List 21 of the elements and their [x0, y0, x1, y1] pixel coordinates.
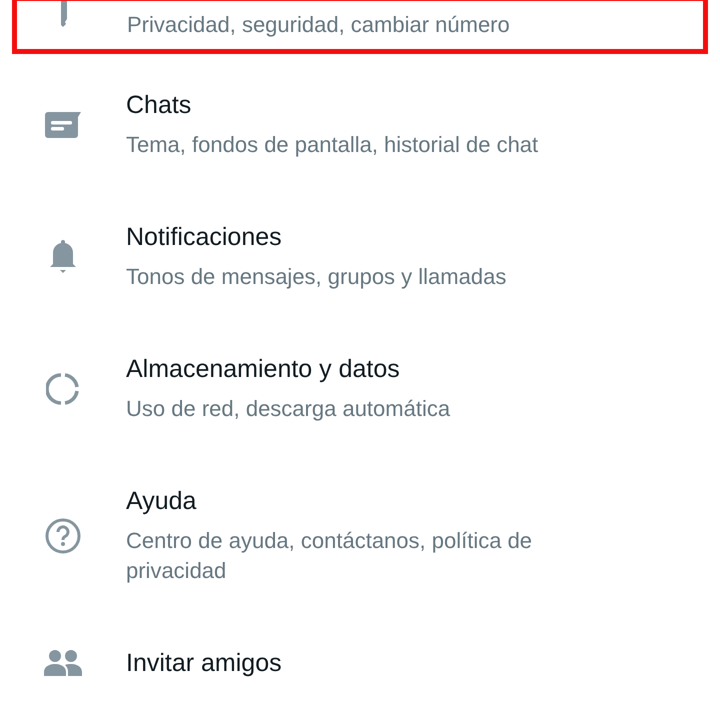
settings-item[interactable]: Notificaciones Tonos de mensajes, grupos y llamadas	[0, 191, 720, 323]
settings-item[interactable]: Almacenamiento y datos Uso de red, descarga automática	[0, 323, 720, 455]
item-title: Invitar amigos	[126, 648, 282, 678]
settings-item[interactable]: Privacidad, seguridad, cambiar número	[12, 0, 708, 54]
item-subtitle: Centro de ayuda, contáctanos, política de privacidad	[126, 527, 534, 585]
item-subtitle: Tonos de mensajes, grupos y llamadas	[126, 263, 506, 291]
item-subtitle: Tema, fondos de pantalla, historial de chat	[126, 131, 538, 159]
item-title: Chats	[126, 90, 192, 120]
chat-icon	[45, 112, 81, 138]
item-subtitle: Uso de red, descarga automática	[126, 395, 450, 423]
people-icon	[44, 650, 82, 676]
bell-icon	[49, 240, 77, 274]
item-title: Ayuda	[126, 486, 198, 516]
settings-item[interactable]: Invitar amigos	[0, 617, 720, 709]
item-subtitle: Privacidad, seguridad, cambiar número	[127, 11, 510, 39]
settings-item[interactable]: Ayuda Centro de ayuda, contáctanos, política de privacidad	[0, 455, 720, 617]
storage-icon	[46, 372, 80, 406]
item-title: Notificaciones	[126, 222, 283, 252]
help-icon	[45, 518, 81, 554]
settings-item[interactable]: Chats Tema, fondos de pantalla, historial de chat	[0, 59, 720, 191]
item-title: Almacenamiento y datos	[126, 354, 401, 384]
